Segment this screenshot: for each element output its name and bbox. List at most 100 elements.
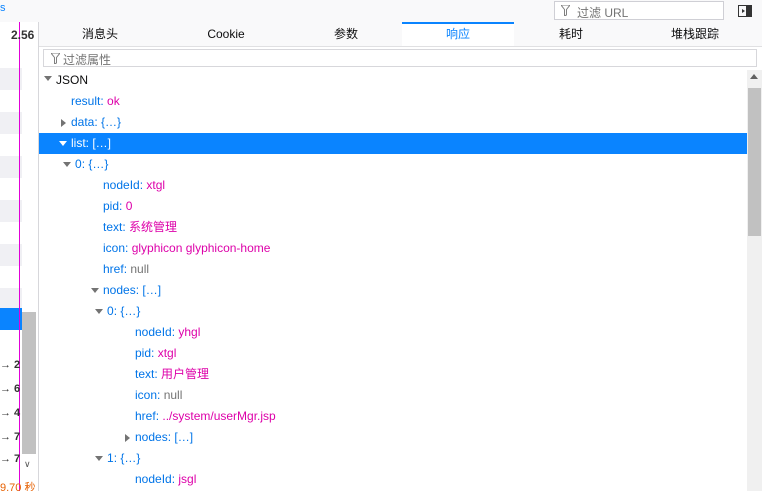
request-list-panel: 2.56 → 2 → 6 → 4 → 7 → 7 ∨ 9.70 秒 (0, 22, 39, 491)
json-value: yhgl (178, 325, 201, 339)
chevron-down-icon[interactable] (63, 162, 71, 168)
json-key: 0 (107, 304, 114, 318)
json-value: {…} (120, 304, 141, 318)
url-filter-placeholder: 过滤 URL (577, 6, 629, 20)
timeline-marker (19, 22, 20, 491)
waterfall-row-label: → 7 (0, 453, 21, 465)
json-value: […] (92, 136, 112, 150)
scroll-down-icon[interactable]: ∨ (24, 459, 31, 470)
json-key-separator: : (157, 388, 164, 402)
json-value: jsgl (178, 472, 197, 486)
json-key: text (135, 367, 155, 381)
json-key: icon (135, 388, 158, 402)
json-tree-row[interactable]: nodeId: xtgl (39, 175, 747, 196)
chevron-right-icon[interactable] (125, 433, 130, 442)
json-value: 用户管理 (161, 367, 210, 381)
chevron-down-icon[interactable] (95, 309, 103, 315)
json-key: result (71, 94, 101, 108)
toolbar-fragment-text: s (0, 2, 6, 14)
json-tree-row[interactable]: text: 系统管理 (39, 217, 747, 238)
json-key: 1 (107, 451, 114, 465)
json-tree-row[interactable]: icon: glyphicon glyphicon-home (39, 238, 747, 259)
json-key-separator: : (100, 94, 108, 108)
json-value: ../system/userMgr.jsp (162, 409, 276, 423)
json-tree-row[interactable]: nodes: […] (39, 427, 747, 448)
json-section-header[interactable]: JSON (39, 70, 762, 91)
json-tree-row[interactable]: pid: 0 (39, 196, 747, 217)
chevron-down-icon[interactable] (95, 456, 103, 462)
json-tree-row[interactable]: nodeId: jsgl (39, 469, 747, 490)
json-key: pid (103, 199, 120, 213)
json-key-separator: : (125, 241, 132, 255)
json-tree-row[interactable]: 0: {…} (39, 154, 747, 175)
json-key: nodeId (135, 325, 172, 339)
filter-icon (51, 53, 60, 64)
chevron-right-icon[interactable] (61, 118, 66, 127)
json-tree-row[interactable]: list: […] (39, 133, 747, 154)
property-filter-input[interactable]: 过滤属性 (43, 49, 757, 67)
json-key-separator: : (151, 346, 158, 360)
toolbar: s 过滤 URL (0, 0, 762, 23)
json-key: nodes (135, 430, 168, 444)
tab-response[interactable]: 响应 (402, 22, 514, 46)
json-section-label: JSON (56, 73, 89, 87)
json-tree-row[interactable]: result: ok (39, 91, 747, 112)
chevron-down-icon[interactable] (59, 141, 67, 147)
json-tree-row[interactable]: 1: {…} (39, 448, 747, 469)
url-filter-input[interactable]: 过滤 URL (554, 1, 724, 20)
waterfall-row-label: → 6 (0, 383, 21, 395)
json-tree-row[interactable]: 0: {…} (39, 301, 747, 322)
waterfall-header: 2.56 (0, 28, 38, 44)
json-value: […] (142, 283, 162, 297)
json-key-separator: : (154, 367, 162, 381)
response-scrollbar-thumb[interactable] (748, 88, 761, 236)
json-key: href (135, 409, 156, 423)
load-time-summary: 9.70 秒 (0, 482, 36, 491)
json-key: nodeId (135, 472, 172, 486)
json-key: href (103, 262, 124, 276)
chevron-down-icon[interactable] (44, 76, 52, 81)
json-key: icon (103, 241, 126, 255)
waterfall-row-label: → 7 (0, 431, 21, 443)
json-value: ok (107, 94, 120, 108)
dock-side-icon[interactable] (737, 3, 753, 19)
waterfall-row-label: → 2 (0, 359, 21, 371)
property-filter-placeholder: 过滤属性 (63, 53, 112, 67)
tab-stack-trace[interactable]: 堆栈跟踪 (628, 22, 762, 46)
json-key: data (71, 115, 95, 129)
json-value: null (163, 388, 183, 402)
json-value: null (130, 262, 150, 276)
json-value: […] (174, 430, 194, 444)
json-value: {…} (101, 115, 122, 129)
json-value: {…} (120, 451, 141, 465)
json-tree-row[interactable]: nodeId: yhgl (39, 322, 747, 343)
tab-cookies[interactable]: Cookie (164, 22, 288, 46)
json-value: {…} (88, 157, 109, 171)
tab-timings[interactable]: 耗时 (514, 22, 628, 46)
json-key: list (71, 136, 86, 150)
scroll-up-icon[interactable] (750, 74, 758, 79)
waterfall-row-label: → 4 (0, 407, 21, 419)
json-value: xtgl (146, 178, 166, 192)
chevron-down-icon[interactable] (91, 288, 99, 294)
json-tree-row[interactable]: icon: null (39, 385, 747, 406)
json-tree-row[interactable]: nodes: […] (39, 280, 747, 301)
json-tree-row[interactable]: data: {…} (39, 112, 747, 133)
details-tab-bar: 消息头 Cookie 参数 响应 耗时 堆栈跟踪 (39, 22, 762, 47)
json-key: text (103, 220, 123, 234)
tab-headers[interactable]: 消息头 (39, 22, 161, 46)
json-key-separator: : (122, 220, 130, 234)
json-tree-row[interactable]: href: null (39, 259, 747, 280)
json-tree-row[interactable]: pid: xtgl (39, 343, 747, 364)
tab-params[interactable]: 参数 (288, 22, 404, 46)
json-key: 0 (75, 157, 82, 171)
response-scrollbar[interactable] (747, 70, 762, 491)
json-value: glyphicon glyphicon-home (131, 241, 271, 255)
request-list-scrollbar-thumb[interactable] (22, 312, 36, 454)
json-tree-row[interactable]: text: 用户管理 (39, 364, 747, 385)
json-value: 系统管理 (129, 220, 178, 234)
json-key-separator: : (119, 199, 126, 213)
json-tree-row[interactable]: href: ../system/userMgr.jsp (39, 406, 747, 427)
property-filter-bar: 过滤属性 (39, 47, 762, 71)
waterfall-time-label: 2.56 (11, 28, 35, 42)
